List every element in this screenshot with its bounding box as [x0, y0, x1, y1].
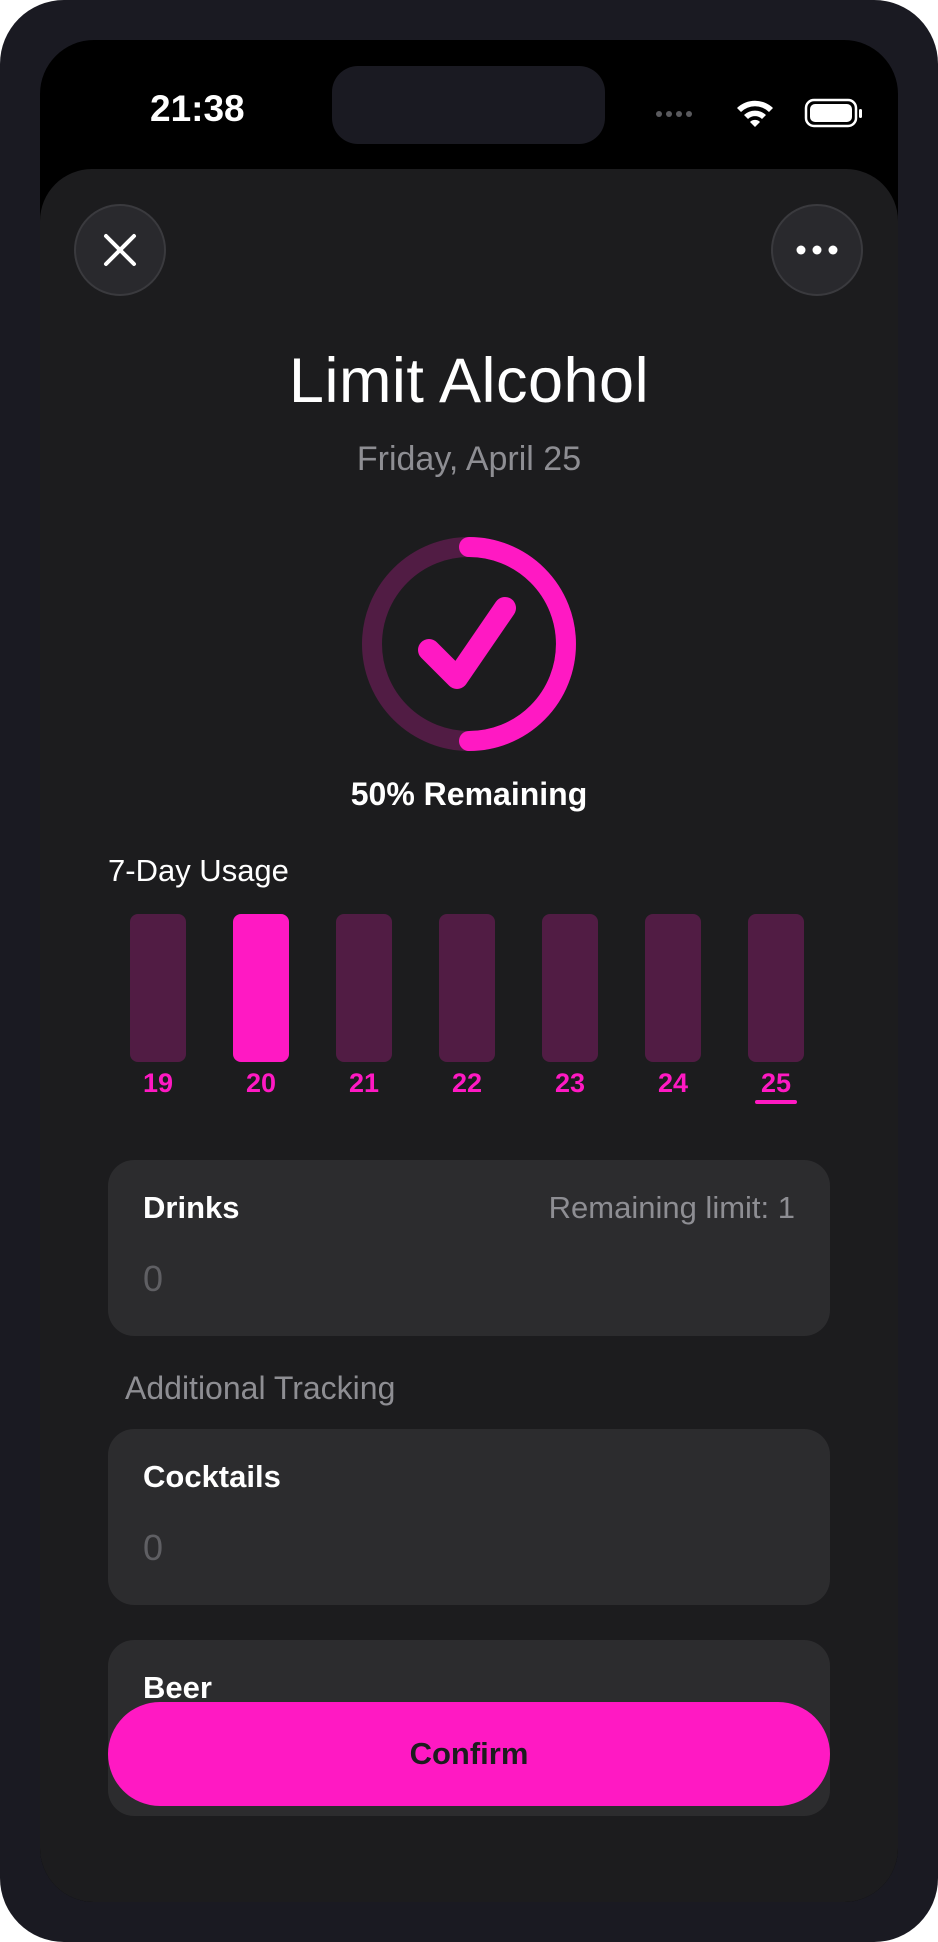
usage-title: 7-Day Usage — [108, 853, 289, 888]
checkmark-icon — [418, 597, 516, 689]
cocktails-label: Cocktails — [143, 1459, 281, 1494]
usage-day-21[interactable]: 21 — [336, 914, 392, 1104]
drinks-card[interactable]: Drinks Remaining limit: 1 0 — [108, 1160, 830, 1336]
usage-bars: 19 20 21 22 23 24 25 — [130, 914, 810, 1104]
cocktails-card[interactable]: Cocktails 0 — [108, 1429, 830, 1605]
status-time: 21:38 — [150, 88, 245, 129]
usage-day-25[interactable]: 25 — [748, 914, 804, 1104]
close-button[interactable] — [74, 204, 166, 296]
more-icon — [796, 245, 838, 255]
usage-day-23[interactable]: 23 — [542, 914, 598, 1104]
usage-day-label: 24 — [657, 1068, 689, 1098]
usage-bar — [439, 914, 495, 1062]
wifi-icon — [737, 100, 773, 127]
usage-day-label: 22 — [451, 1068, 483, 1098]
usage-bar — [336, 914, 392, 1062]
phone-frame: 21:38 Limit Alcohol Friday, April 25 50%… — [0, 0, 938, 1942]
usage-day-label: 21 — [348, 1068, 380, 1098]
habit-title: Limit Alcohol — [288, 346, 650, 416]
remaining-limit: Remaining limit: 1 — [548, 1190, 795, 1225]
usage-day-label: 25 — [760, 1068, 792, 1098]
usage-day-22[interactable]: 22 — [439, 914, 495, 1104]
usage-day-label: 19 — [142, 1068, 174, 1098]
beer-label: Beer — [143, 1670, 212, 1705]
cocktails-input[interactable]: 0 — [143, 1527, 163, 1569]
additional-tracking-title: Additional Tracking — [125, 1370, 396, 1406]
usage-bar — [542, 914, 598, 1062]
usage-day-19[interactable]: 19 — [130, 914, 186, 1104]
usage-day-label: 23 — [554, 1068, 586, 1098]
usage-day-label: 20 — [245, 1068, 277, 1098]
confirm-button[interactable]: Confirm — [108, 1702, 830, 1806]
usage-bar — [130, 914, 186, 1062]
remaining-label: 50% Remaining — [350, 776, 588, 812]
drinks-input[interactable]: 0 — [143, 1258, 163, 1300]
status-icons — [656, 98, 862, 128]
drinks-label: Drinks — [143, 1190, 240, 1225]
usage-day-20[interactable]: 20 — [233, 914, 289, 1104]
usage-bar — [645, 914, 701, 1062]
usage-bar — [748, 914, 804, 1062]
close-icon — [104, 234, 136, 266]
dynamic-island — [332, 66, 605, 144]
usage-day-24[interactable]: 24 — [645, 914, 701, 1104]
signal-icon — [656, 111, 692, 117]
habit-date: Friday, April 25 — [356, 440, 582, 478]
progress-ring — [362, 537, 576, 751]
selected-day-indicator — [755, 1100, 797, 1104]
usage-bar — [233, 914, 289, 1062]
more-options-button[interactable] — [771, 204, 863, 296]
battery-icon — [804, 98, 862, 128]
